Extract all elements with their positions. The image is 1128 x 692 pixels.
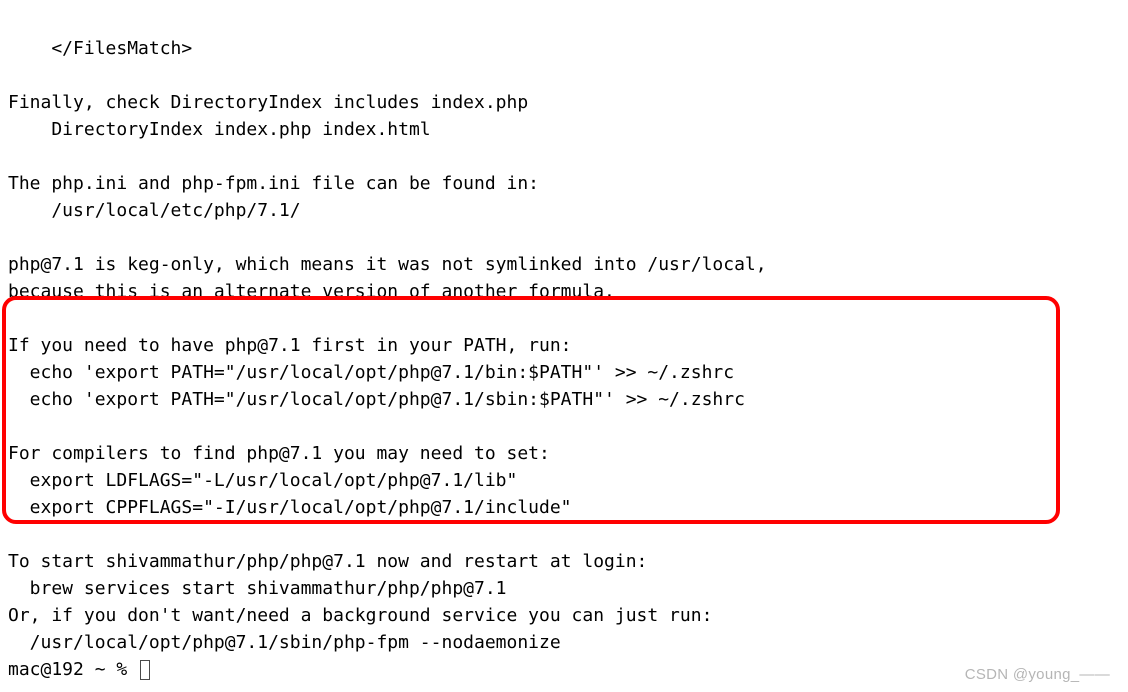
output-line: For compilers to find php@7.1 you may ne…: [8, 443, 550, 464]
output-line: To start shivammathur/php/php@7.1 now an…: [8, 551, 647, 572]
output-line: brew services start shivammathur/php/php…: [8, 578, 507, 599]
output-line: export CPPFLAGS="-I/usr/local/opt/php@7.…: [8, 497, 572, 518]
output-line: If you need to have php@7.1 first in you…: [8, 335, 572, 356]
cursor-icon: [140, 660, 150, 680]
output-line: DirectoryIndex index.php index.html: [8, 119, 431, 140]
output-line: export LDFLAGS="-L/usr/local/opt/php@7.1…: [8, 470, 517, 491]
terminal-output[interactable]: </FilesMatch> Finally, check DirectoryIn…: [8, 8, 1120, 683]
output-line: </FilesMatch>: [8, 38, 192, 59]
shell-prompt: mac@192 ~ %: [8, 659, 138, 680]
watermark-text: CSDN @young_——: [965, 664, 1110, 687]
output-line: Or, if you don't want/need a background …: [8, 605, 712, 626]
output-line: The php.ini and php-fpm.ini file can be …: [8, 173, 539, 194]
output-line: /usr/local/etc/php/7.1/: [8, 200, 301, 221]
output-line: php@7.1 is keg-only, which means it was …: [8, 254, 767, 275]
output-line: because this is an alternate version of …: [8, 281, 615, 302]
output-line: Finally, check DirectoryIndex includes i…: [8, 92, 528, 113]
output-line: /usr/local/opt/php@7.1/sbin/php-fpm --no…: [8, 632, 561, 653]
output-line: echo 'export PATH="/usr/local/opt/php@7.…: [8, 389, 745, 410]
output-line: echo 'export PATH="/usr/local/opt/php@7.…: [8, 362, 734, 383]
